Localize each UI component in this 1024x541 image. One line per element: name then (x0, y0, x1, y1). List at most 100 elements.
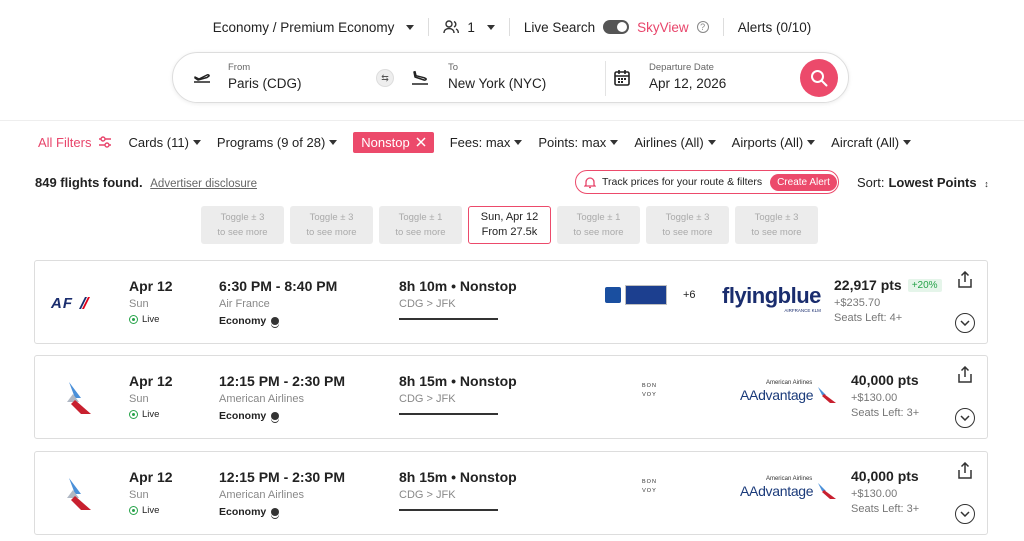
calendar-icon (614, 70, 630, 86)
share-icon[interactable] (957, 271, 973, 289)
advertiser-disclosure-link[interactable]: Advertiser disclosure (150, 178, 257, 190)
date-option[interactable]: Toggle ± 3 to see more (201, 206, 284, 244)
toggle-switch[interactable] (603, 20, 630, 34)
all-filters-button[interactable]: All Filters (38, 135, 112, 150)
date-option[interactable]: Toggle ± 1 to see more (557, 206, 640, 244)
bonvoy-top: BON (642, 479, 657, 485)
time-range: 12:15 PM - 2:30 PM (219, 469, 346, 485)
live-icon (129, 315, 138, 324)
nonstop-filter-chip[interactable]: Nonstop (353, 131, 434, 153)
sliders-icon (99, 136, 112, 148)
divider (605, 61, 606, 96)
to-field[interactable]: To New York (NYC) (448, 62, 546, 91)
date: Apr 12 (129, 373, 173, 389)
points-filter[interactable]: Points: max (538, 135, 619, 150)
airlines-filter[interactable]: Airlines (All) (634, 135, 716, 150)
chevron-down-icon (960, 511, 970, 517)
skyview-label[interactable]: SkyView (637, 20, 689, 35)
airports-filter[interactable]: Airports (All) (732, 135, 816, 150)
chevron-down-icon (192, 139, 201, 145)
from-label: From (228, 62, 251, 73)
nonstop-label: Nonstop (361, 134, 410, 150)
fees-filter[interactable]: Fees: max (450, 135, 523, 150)
date-option-line1: Toggle ± 1 (576, 212, 621, 223)
from-field[interactable]: From Paris (CDG) (228, 62, 302, 91)
bell-icon (584, 176, 596, 188)
cards-filter[interactable]: Cards (11) (128, 134, 201, 150)
sort-select[interactable]: Sort: Lowest Points ↕ (857, 175, 989, 190)
date-option[interactable]: Toggle ± 3 to see more (735, 206, 818, 244)
create-alert-button[interactable]: Create Alert (770, 173, 837, 191)
cards-filter-label: Cards (11) (128, 134, 189, 150)
date-strip: Toggle ± 3 to see more Toggle ± 3 to see m… (201, 206, 818, 244)
results-count: 849 flights found. Advertiser disclosure (35, 175, 257, 190)
passengers-icon (443, 20, 460, 34)
chevron-down-icon (514, 139, 523, 145)
amex-card-icon (625, 285, 667, 305)
live-search-toggle[interactable]: Live Search SkyView ? (510, 16, 723, 38)
cabin-label: Economy (219, 506, 267, 518)
more-cards-count: +6 (683, 289, 696, 301)
cabin-label: Economy (219, 410, 267, 422)
share-icon[interactable] (957, 462, 973, 480)
help-icon[interactable]: ? (696, 21, 709, 33)
sort-value: Lowest Points (888, 175, 977, 190)
date-option-line2: to see more (751, 227, 802, 238)
date-option-line2: to see more (662, 227, 713, 238)
date-option-line2: From 27.5k (481, 226, 538, 238)
taxes: +$130.00 (851, 392, 898, 404)
live-label: Live (142, 409, 160, 420)
flight-times: 6:30 PM - 8:40 PM Air France Economy (219, 278, 337, 327)
aircraft-filter[interactable]: Aircraft (All) (831, 135, 912, 150)
programs-filter[interactable]: Programs (9 of 28) (217, 135, 338, 150)
cabin: Economy (219, 315, 337, 327)
flight-times: 12:15 PM - 2:30 PM American Airlines Eco… (219, 469, 345, 518)
to-label: To (448, 62, 459, 73)
expand-button[interactable] (955, 408, 975, 428)
close-icon[interactable] (416, 137, 426, 147)
date-option-line2: to see more (217, 227, 268, 238)
swap-icon[interactable]: ⇆ (376, 69, 394, 87)
taxes: +$235.70 (834, 297, 881, 309)
date-option-line1: Sun, Apr 12 (480, 211, 539, 223)
aadvantage-logo: American Airlines AAdvantage (740, 476, 838, 500)
american-airlines-logo (67, 382, 91, 414)
passengers-select[interactable]: 1 (429, 16, 509, 38)
expand-button[interactable] (955, 504, 975, 524)
route-line (399, 413, 498, 415)
transfer-cards[interactable]: +6 (605, 285, 696, 305)
airline-name: American Airlines (219, 489, 304, 501)
flight-card[interactable]: Apr 12 Sun Live 12:15 PM - 2:30 PM Ameri… (34, 355, 988, 439)
chase-logo (605, 287, 621, 303)
alerts-link[interactable]: Alerts (0/10) (724, 16, 826, 38)
date-option[interactable]: Toggle ± 1 to see more (379, 206, 462, 244)
track-prices-banner[interactable]: Track prices for your route & filters Cr… (575, 170, 839, 194)
date-option-line2: to see more (306, 227, 357, 238)
cabin-select[interactable]: Economy / Premium Economy (199, 16, 429, 38)
route: CDG > JFK (399, 298, 456, 310)
weekday: Sun (129, 393, 149, 405)
date-option[interactable]: Toggle ± 3 to see more (290, 206, 373, 244)
chevron-down-icon (960, 320, 970, 326)
date-option-selected[interactable]: Sun, Apr 12 From 27.5k (468, 206, 551, 244)
seats-left: Seats Left: 3+ (851, 503, 920, 515)
chevron-down-icon (406, 24, 415, 30)
chevron-down-icon (610, 139, 619, 145)
flight-card[interactable]: AF Apr 12 Sun Live 6:30 PM - 8:40 PM Air… (34, 260, 988, 344)
weekday: Sun (129, 298, 149, 310)
time-range: 6:30 PM - 8:40 PM (219, 278, 338, 294)
cabin: Economy (219, 410, 345, 422)
points: 40,000 pts (851, 372, 919, 388)
share-icon[interactable] (957, 366, 973, 384)
date-option[interactable]: Toggle ± 3 to see more (646, 206, 729, 244)
search-icon (811, 70, 828, 87)
departure-date-field[interactable]: Departure Date Apr 12, 2026 (649, 62, 726, 91)
search-button[interactable] (800, 59, 838, 97)
flight-card[interactable]: Apr 12 Sun Live 12:15 PM - 2:30 PM Ameri… (34, 451, 988, 535)
landing-icon (412, 70, 428, 85)
date-option-line1: Toggle ± 3 (665, 212, 710, 223)
seats-left: Seats Left: 3+ (851, 407, 920, 419)
price: 40,000 pts +$130.00 Seats Left: 3+ (851, 372, 919, 419)
expand-button[interactable] (955, 313, 975, 333)
cabin-label: Economy (219, 315, 267, 327)
